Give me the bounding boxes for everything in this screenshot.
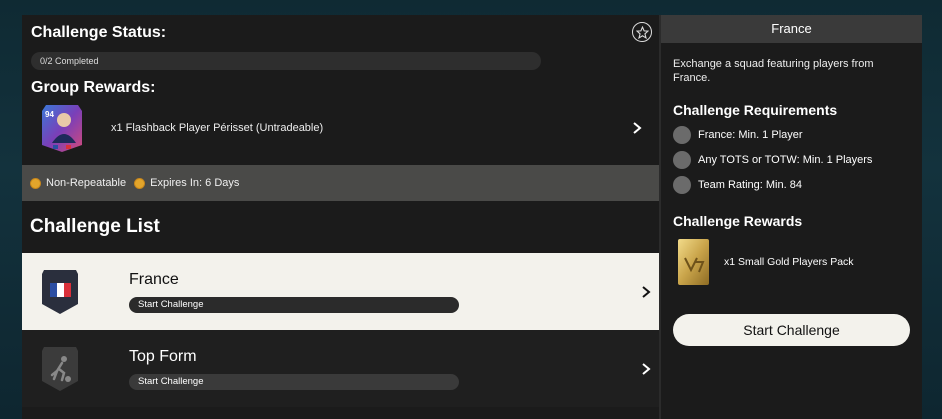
reward-pack-row: x1 Small Gold Players Pack: [661, 238, 922, 286]
group-reward-text: x1 Flashback Player Périsset (Untradeabl…: [111, 122, 324, 134]
challenge-status-title: Challenge Status:: [31, 24, 167, 41]
requirement-text: Any TOTS or TOTW: Min. 1 Players: [698, 154, 873, 166]
requirement-text: France: Min. 1 Player: [698, 129, 803, 141]
challenge-item-name: France: [129, 270, 179, 288]
requirement-item: Any TOTS or TOTW: Min. 1 Players: [661, 148, 922, 172]
challenge-item-top-form[interactable]: Top Form Start Challenge: [22, 330, 660, 407]
challenge-panel: Challenge Status: 0/2 Completed Group Re…: [22, 15, 660, 419]
france-flag-badge-icon: [40, 268, 80, 316]
requirement-item: France: Min. 1 Player: [661, 123, 922, 147]
start-challenge-pill[interactable]: Start Challenge: [129, 296, 459, 313]
player-rating: 94: [45, 110, 54, 119]
requirements-title: Challenge Requirements: [673, 102, 838, 118]
requirement-status-icon: [673, 126, 691, 144]
gold-pack-icon: [677, 238, 710, 286]
requirement-status-icon: [673, 176, 691, 194]
challenge-item-france[interactable]: France Start Challenge: [22, 253, 660, 330]
challenge-info-bar: Non-Repeatable Expires In: 6 Days: [22, 165, 660, 201]
requirement-item: Team Rating: Min. 84: [661, 173, 922, 197]
start-challenge-button[interactable]: Start Challenge: [673, 314, 910, 346]
challenge-progress-bar: 0/2 Completed: [31, 52, 541, 70]
requirement-text: Team Rating: Min. 84: [698, 179, 802, 191]
reward-pack-text: x1 Small Gold Players Pack: [724, 256, 854, 268]
group-rewards-title: Group Rewards:: [31, 79, 156, 96]
start-challenge-pill[interactable]: Start Challenge: [129, 373, 459, 390]
challenge-list-title: Challenge List: [30, 216, 160, 237]
favorite-star-icon[interactable]: [632, 22, 652, 42]
detail-title: France: [661, 15, 922, 43]
chevron-right-icon: [633, 122, 642, 134]
top-form-badge-icon: [40, 345, 80, 393]
detail-description: Exchange a squad featuring players from …: [673, 58, 874, 84]
chevron-right-icon: [642, 362, 651, 375]
challenge-detail-panel: France Exchange a squad featuring player…: [661, 15, 922, 419]
challenge-status-section: Challenge Status: 0/2 Completed Group Re…: [22, 15, 660, 165]
group-reward-row[interactable]: 94 x1 Flashback Player Périsset (Untrade…: [31, 103, 651, 153]
challenge-rewards-title: Challenge Rewards: [673, 213, 803, 229]
expires-timer-icon: [134, 177, 146, 189]
player-card-icon: 94: [40, 103, 84, 153]
expires-label: Expires In: 6 Days: [150, 177, 240, 189]
non-repeatable-label: Non-Repeatable: [46, 177, 127, 189]
requirement-status-icon: [673, 151, 691, 169]
non-repeatable-icon: [30, 177, 41, 189]
challenge-item-name: Top Form: [129, 347, 197, 365]
chevron-right-icon: [642, 285, 651, 298]
